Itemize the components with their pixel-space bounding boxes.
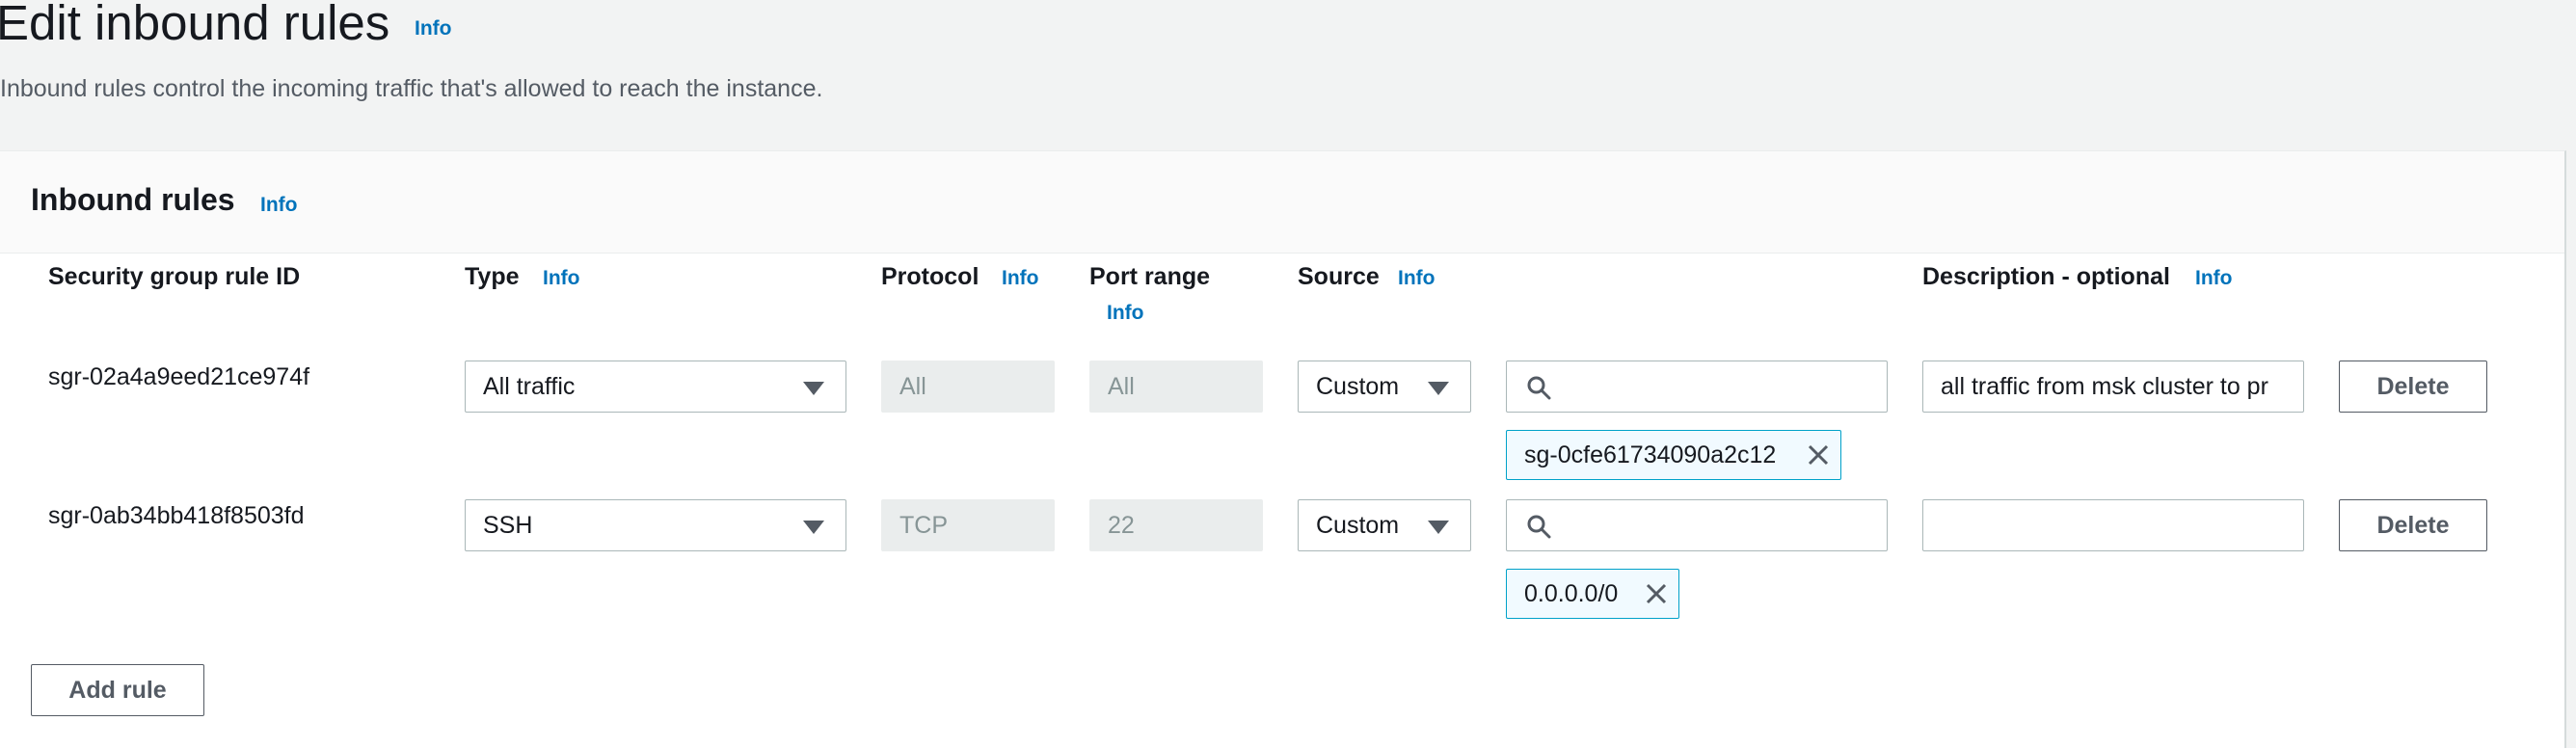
source-mode-value: Custom	[1316, 512, 1400, 539]
page-title-info-link[interactable]: Info	[415, 17, 451, 40]
add-rule-button[interactable]: Add rule	[31, 664, 204, 716]
type-select-value: All traffic	[483, 373, 576, 400]
panel-info-link[interactable]: Info	[260, 194, 297, 217]
type-select[interactable]: All traffic	[465, 361, 846, 413]
source-token: 0.0.0.0/0	[1506, 569, 1679, 619]
page-title: Edit inbound rules	[0, 0, 390, 50]
port-range-field: 22	[1089, 499, 1263, 551]
column-header-port-range: Port range	[1089, 263, 1211, 290]
page-description: Inbound rules control the incoming traff…	[0, 75, 823, 102]
description-input[interactable]	[1922, 499, 2304, 551]
caret-down-icon	[1428, 521, 1449, 534]
source-mode-select[interactable]: Custom	[1298, 361, 1471, 413]
protocol-field: TCP	[881, 499, 1055, 551]
search-icon	[1527, 376, 1551, 400]
caret-down-icon	[803, 382, 824, 395]
rule-id: sgr-0ab34bb418f8503fd	[48, 502, 305, 529]
column-header-type: Type	[465, 263, 520, 290]
source-search-input[interactable]	[1506, 499, 1888, 551]
protocol-field: All	[881, 361, 1055, 413]
protocol-info-link[interactable]: Info	[1002, 267, 1038, 290]
source-info-link[interactable]: Info	[1398, 267, 1435, 290]
search-icon	[1527, 515, 1551, 539]
column-header-rule-id: Security group rule ID	[48, 263, 301, 290]
panel-header: Inbound rules Info	[0, 151, 2564, 254]
source-token-label: 0.0.0.0/0	[1524, 580, 1619, 607]
rule-id: sgr-02a4a9eed21ce974f	[48, 363, 310, 390]
source-search-input[interactable]	[1506, 361, 1888, 413]
edit-inbound-rules-page: Edit inbound rules Info Inbound rules co…	[0, 0, 2576, 748]
close-icon[interactable]	[1644, 581, 1669, 606]
type-select-value: SSH	[483, 512, 533, 539]
inbound-rules-panel: Inbound rules Info Security group rule I…	[0, 150, 2566, 748]
source-mode-value: Custom	[1316, 373, 1400, 400]
panel-title: Inbound rules	[31, 182, 235, 217]
port-range-field: All	[1089, 361, 1263, 413]
delete-button[interactable]: Delete	[2339, 499, 2487, 551]
delete-button[interactable]: Delete	[2339, 361, 2487, 413]
type-select[interactable]: SSH	[465, 499, 846, 551]
description-info-link[interactable]: Info	[2195, 267, 2232, 290]
source-token-label: sg-0cfe61734090a2c12	[1524, 441, 1777, 468]
port-range-info-link[interactable]: Info	[1107, 302, 1143, 325]
column-header-protocol: Protocol	[881, 263, 979, 290]
caret-down-icon	[803, 521, 824, 534]
type-info-link[interactable]: Info	[543, 267, 579, 290]
source-token: sg-0cfe61734090a2c12	[1506, 430, 1841, 480]
description-input[interactable]: all traffic from msk cluster to pr	[1922, 361, 2304, 413]
column-header-source: Source	[1298, 263, 1380, 290]
caret-down-icon	[1428, 382, 1449, 395]
column-header-description: Description - optional	[1922, 263, 2170, 290]
source-mode-select[interactable]: Custom	[1298, 499, 1471, 551]
close-icon[interactable]	[1806, 442, 1831, 468]
